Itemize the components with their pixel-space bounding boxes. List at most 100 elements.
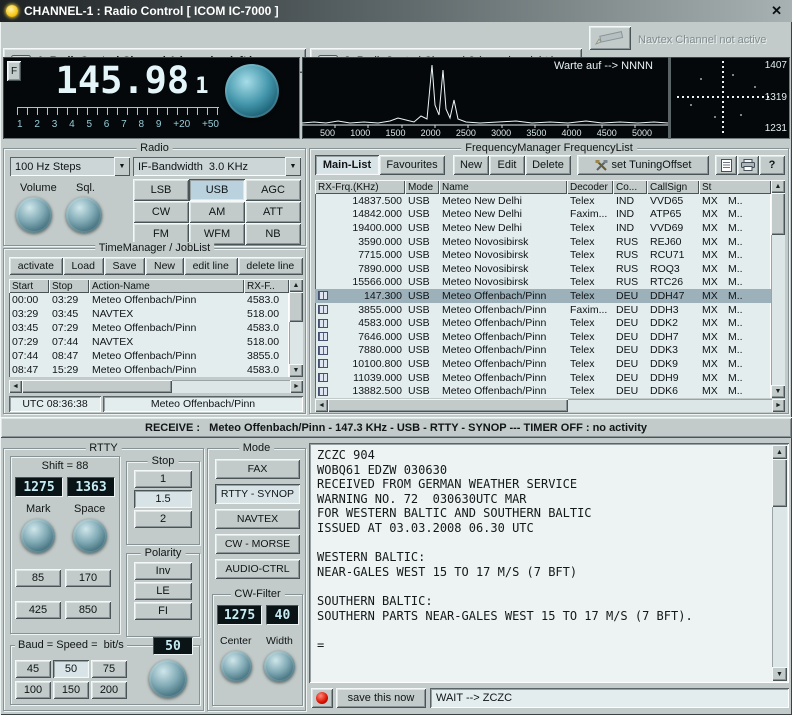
radio-mode-button[interactable]: ATT (245, 201, 301, 223)
joblist-toolbar-button[interactable]: Save (104, 257, 146, 275)
frequency-vertical-scrollbar[interactable]: ▲ ▼ (771, 180, 785, 398)
save-now-button[interactable]: save this now (336, 688, 426, 708)
step-size-select[interactable]: 100 Hz Steps ▼ (10, 157, 130, 176)
print-button[interactable] (737, 155, 759, 175)
f-button[interactable]: F (7, 61, 21, 81)
scroll-down-arrow[interactable]: ▼ (771, 385, 785, 398)
joblist-toolbar-button[interactable]: delete line (238, 257, 303, 275)
polarity-button[interactable]: FI (134, 602, 192, 620)
decoder-mode-button[interactable]: CW - MORSE (215, 534, 300, 554)
shift-preset-button[interactable]: 425 (15, 601, 61, 619)
tuning-knob[interactable] (225, 64, 279, 118)
frequency-row[interactable]: 147.300 USB Meteo Offenbach/Pinn Telex D… (315, 289, 771, 303)
baud-preset-button[interactable]: 150 (53, 681, 89, 699)
new-button[interactable]: New (453, 155, 489, 175)
job-row[interactable]: 00:00 03:29 Meteo Offenbach/Pinn 4583.0 (9, 293, 289, 307)
joblist-toolbar-button[interactable]: Load (63, 257, 104, 275)
baud-preset-button[interactable]: 75 (91, 660, 127, 678)
column-header[interactable]: Start (9, 279, 49, 293)
scroll-up-arrow[interactable]: ▲ (771, 180, 785, 193)
delete-button[interactable]: Delete (525, 155, 571, 175)
space-knob[interactable] (73, 519, 107, 553)
frequency-row[interactable]: 3855.000 USB Meteo Offenbach/Pinn Faxim.… (315, 303, 771, 317)
shift-preset-button[interactable]: 850 (65, 601, 111, 619)
frequency-row[interactable]: 3590.000 USB Meteo Novosibirsk Telex RUS… (315, 235, 771, 249)
mark-knob[interactable] (21, 519, 55, 553)
frequency-row[interactable]: 4583.000 USB Meteo Offenbach/Pinn Telex … (315, 316, 771, 330)
baud-preset-button[interactable]: 200 (91, 681, 127, 699)
frequency-row[interactable]: 14837.500 USB Meteo New Delhi Telex IND … (315, 194, 771, 208)
decoder-mode-button[interactable]: NAVTEX (215, 509, 300, 529)
radio-mode-button[interactable]: USB (189, 179, 245, 201)
export-page-button[interactable] (715, 155, 737, 175)
scrollbar-thumb[interactable] (22, 380, 172, 393)
navtex-icon-button[interactable] (589, 26, 631, 50)
joblist-toolbar-button[interactable]: New (145, 257, 184, 275)
frequency-row[interactable]: 7890.000 USB Meteo Novosibirsk Telex RUS… (315, 262, 771, 276)
scroll-up-arrow[interactable]: ▲ (772, 445, 787, 459)
volume-knob[interactable] (16, 197, 52, 233)
tab-main-list[interactable]: Main-List (315, 155, 379, 175)
frequency-row[interactable]: 19400.000 USB Meteo New Delhi Telex IND … (315, 221, 771, 235)
frequency-row[interactable]: 14842.000 USB Meteo New Delhi Faxim... I… (315, 208, 771, 222)
column-header[interactable]: Decoder (567, 180, 613, 194)
radio-mode-button[interactable]: AGC (245, 179, 301, 201)
job-row[interactable]: 03:29 03:45 NAVTEX 518.00 (9, 307, 289, 321)
chevron-down-icon[interactable]: ▼ (114, 157, 130, 176)
job-row[interactable]: 03:45 07:29 Meteo Offenbach/Pinn 4583.0 (9, 321, 289, 335)
scroll-right-arrow[interactable]: ► (290, 380, 303, 393)
scroll-down-arrow[interactable]: ▼ (289, 364, 303, 377)
if-bandwidth-select[interactable]: IF-Bandwidth 3.0 KHz ▼ (133, 157, 301, 176)
polarity-button[interactable]: Inv (134, 562, 192, 580)
baud-preset-button[interactable]: 100 (15, 681, 51, 699)
squelch-knob[interactable] (66, 197, 102, 233)
radio-mode-button[interactable]: CW (133, 201, 189, 223)
frequency-row[interactable]: 10100.800 USB Meteo Offenbach/Pinn Telex… (315, 357, 771, 371)
scrollbar-thumb[interactable] (772, 459, 787, 507)
scrollbar-thumb[interactable] (289, 292, 303, 322)
scrollbar-thumb[interactable] (771, 193, 785, 235)
frequency-row[interactable]: 11039.000 USB Meteo Offenbach/Pinn Telex… (315, 371, 771, 385)
baud-preset-button[interactable]: 45 (15, 660, 51, 678)
job-row[interactable]: 07:44 08:47 Meteo Offenbach/Pinn 3855.0 (9, 349, 289, 363)
frequency-row[interactable]: 7646.000 USB Meteo Offenbach/Pinn Telex … (315, 330, 771, 344)
column-header[interactable]: CallSign (647, 180, 699, 194)
column-header[interactable]: Stop (49, 279, 89, 293)
output-vertical-scrollbar[interactable]: ▲ ▼ (772, 445, 787, 681)
column-header[interactable]: Name (439, 180, 567, 194)
help-button[interactable]: ? (759, 155, 785, 175)
job-row[interactable]: 08:47 15:29 Meteo Offenbach/Pinn 4583.0 (9, 363, 289, 377)
shift-preset-button[interactable]: 170 (65, 569, 111, 587)
scroll-right-arrow[interactable]: ► (772, 399, 785, 412)
column-header[interactable]: Mode (405, 180, 439, 194)
polarity-button[interactable]: LE (134, 582, 192, 600)
frequency-horizontal-scrollbar[interactable]: ◄ ► (315, 399, 785, 412)
joblist-toolbar-button[interactable]: activate (9, 257, 63, 275)
tab-favourites[interactable]: Favourites (379, 155, 445, 175)
radio-mode-button[interactable]: AM (189, 201, 245, 223)
frequency-row[interactable]: 7715.000 USB Meteo Novosibirsk Telex RUS… (315, 248, 771, 262)
edit-button[interactable]: Edit (489, 155, 525, 175)
baud-knob[interactable] (149, 660, 187, 698)
radio-mode-button[interactable]: LSB (133, 179, 189, 201)
job-horizontal-scrollbar[interactable]: ◄ ► (9, 380, 303, 393)
close-button[interactable]: ✕ (767, 3, 786, 19)
frequency-row[interactable]: 13882.500 USB Meteo Offenbach/Pinn Telex… (315, 384, 771, 398)
record-button[interactable] (311, 688, 333, 708)
column-header[interactable]: Co... (613, 180, 647, 194)
job-row[interactable]: 07:29 07:44 NAVTEX 518.00 (9, 335, 289, 349)
frequency-row[interactable]: 15566.000 USB Meteo Novosibirsk Telex RU… (315, 276, 771, 290)
scroll-left-arrow[interactable]: ◄ (9, 380, 22, 393)
column-header[interactable]: Action-Name (89, 279, 244, 293)
shift-preset-button[interactable]: 85 (15, 569, 61, 587)
cw-center-knob[interactable] (221, 651, 252, 682)
decoder-mode-button[interactable]: RTTY - SYNOP (215, 484, 300, 504)
column-header[interactable]: RX-Frq.(KHz) (315, 180, 405, 194)
decoder-mode-button[interactable]: FAX (215, 459, 300, 479)
job-vertical-scrollbar[interactable]: ▲ ▼ (289, 279, 303, 377)
radio-mode-button[interactable]: NB (245, 223, 301, 245)
frequency-row[interactable]: 7880.000 USB Meteo Offenbach/Pinn Telex … (315, 344, 771, 358)
scroll-up-arrow[interactable]: ▲ (289, 279, 303, 292)
joblist-toolbar-button[interactable]: edit line (184, 257, 238, 275)
set-tuning-offset-button[interactable]: set TuningOffset (577, 155, 709, 175)
